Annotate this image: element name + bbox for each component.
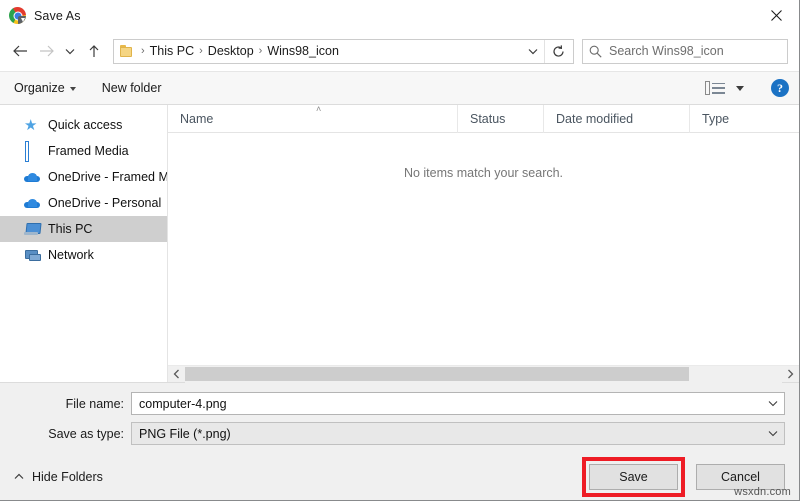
- sidebar-item-label: Quick access: [48, 118, 123, 132]
- column-header-date-modified[interactable]: Date modified: [544, 104, 690, 133]
- file-list-area[interactable]: No items match your search.: [168, 133, 799, 365]
- recent-locations-chevron-down-icon[interactable]: [59, 38, 81, 64]
- breadcrumb-separator: ›: [141, 45, 145, 57]
- list-view-icon[interactable]: [705, 80, 725, 96]
- save-button[interactable]: Save: [589, 464, 678, 490]
- address-bar: › This PC › Desktop › Wins98_icon Search…: [0, 31, 799, 71]
- title-bar: Save As: [0, 0, 799, 31]
- dialog-body: ★ Quick access Framed Media OneDrive - F…: [0, 103, 799, 383]
- organize-button[interactable]: Organize: [14, 81, 76, 95]
- new-folder-button[interactable]: New folder: [102, 81, 162, 95]
- network-icon: [24, 247, 41, 263]
- column-header-type[interactable]: Type: [690, 105, 799, 133]
- save-button-wrapper: Save: [582, 457, 685, 497]
- command-bar: Organize New folder ?: [0, 71, 799, 105]
- empty-state-message: No items match your search.: [403, 166, 564, 180]
- cloud-icon: [24, 169, 40, 185]
- save-as-dialog: Save As › This PC › Desktop › Wins98_ico…: [0, 0, 800, 501]
- breadcrumb-item-desktop[interactable]: Desktop: [208, 44, 254, 58]
- sidebar-item-onedrive-framed-media[interactable]: OneDrive - Framed M: [0, 164, 167, 190]
- hide-folders-button[interactable]: Hide Folders: [14, 470, 103, 484]
- search-input[interactable]: Search Wins98_icon: [582, 38, 788, 64]
- scrollbar-thumb[interactable]: [185, 366, 690, 381]
- building-icon: [24, 141, 40, 162]
- file-name-label: File name:: [65, 396, 124, 411]
- column-header-label: Status: [470, 111, 506, 126]
- chevron-left-icon[interactable]: [168, 366, 185, 383]
- organize-label: Organize: [14, 81, 65, 95]
- dialog-footer: Hide Folders Save Cancel wsxdn.com: [0, 454, 799, 500]
- column-header-label: Date modified: [556, 111, 634, 126]
- chevron-down-icon[interactable]: [764, 430, 781, 437]
- sidebar-item-network[interactable]: Network: [0, 242, 167, 268]
- save-as-type-value: PNG File (*.png): [139, 426, 231, 441]
- search-icon: [589, 45, 602, 58]
- file-name-row: File name: computer-4.png: [0, 392, 785, 415]
- breadcrumb-item-this-pc[interactable]: This PC: [150, 44, 194, 58]
- help-button[interactable]: ?: [771, 79, 789, 97]
- column-header-name[interactable]: Name ˄: [168, 103, 458, 133]
- star-icon: ★: [24, 117, 38, 134]
- sidebar-item-label: OneDrive - Framed M: [48, 170, 167, 184]
- sidebar-item-quick-access[interactable]: ★ Quick access: [0, 112, 167, 138]
- file-name-value: computer-4.png: [139, 396, 227, 411]
- chevron-down-icon[interactable]: [764, 400, 781, 407]
- hide-folders-label: Hide Folders: [32, 470, 103, 484]
- breadcrumb-item-wins98-icon[interactable]: Wins98_icon: [267, 44, 339, 58]
- save-as-type-row: Save as type: PNG File (*.png): [0, 422, 785, 445]
- sidebar-item-label: Network: [48, 248, 94, 262]
- sort-ascending-icon: ˄: [316, 103, 322, 114]
- file-list-pane: Name ˄ Status Date modified Type No item…: [168, 103, 799, 383]
- window-title: Save As: [34, 8, 81, 23]
- chrome-download-icon: [9, 7, 26, 24]
- column-header-label: Name: [180, 111, 214, 126]
- refresh-icon[interactable]: [545, 40, 571, 63]
- breadcrumb-separator: ›: [258, 45, 263, 57]
- chevron-up-icon: [14, 472, 24, 483]
- save-form: File name: computer-4.png Save as type: …: [0, 382, 799, 454]
- folder-icon: [120, 45, 134, 57]
- sidebar-item-label: This PC: [48, 222, 93, 236]
- breadcrumb[interactable]: › This PC › Desktop › Wins98_icon: [113, 38, 574, 64]
- up-one-level-icon[interactable]: [81, 38, 107, 64]
- watermark: wsxdn.com: [734, 486, 791, 498]
- chevron-down-icon: [69, 87, 76, 91]
- scrollbar-track[interactable]: [185, 365, 782, 383]
- this-pc-icon: [24, 221, 40, 237]
- forward-icon[interactable]: [33, 38, 59, 64]
- save-as-type-select[interactable]: PNG File (*.png): [131, 422, 785, 445]
- column-header-label: Type: [702, 111, 730, 126]
- column-header-status[interactable]: Status: [458, 104, 544, 133]
- sidebar-item-framed-media[interactable]: Framed Media: [0, 138, 167, 164]
- close-icon[interactable]: [753, 0, 799, 31]
- view-chevron-down-icon[interactable]: [736, 85, 744, 91]
- search-placeholder: Search Wins98_icon: [609, 44, 724, 58]
- column-headers: Name ˄ Status Date modified Type: [168, 103, 799, 133]
- sidebar-item-label: Framed Media: [48, 144, 129, 158]
- file-name-input[interactable]: computer-4.png: [131, 392, 785, 415]
- back-icon[interactable]: [7, 38, 33, 64]
- sidebar-item-this-pc[interactable]: This PC: [0, 216, 167, 242]
- new-folder-label: New folder: [101, 81, 162, 95]
- sidebar-item-onedrive-personal[interactable]: OneDrive - Personal: [0, 190, 167, 216]
- sidebar-item-label: OneDrive - Personal: [48, 196, 162, 210]
- save-as-type-label: Save as type:: [48, 426, 124, 441]
- cloud-icon: [24, 195, 40, 211]
- breadcrumb-chevron-down-icon[interactable]: [522, 40, 544, 63]
- chevron-right-icon[interactable]: [782, 366, 799, 383]
- horizontal-scrollbar[interactable]: [168, 365, 799, 383]
- breadcrumb-separator: ›: [199, 45, 203, 57]
- navigation-sidebar: ★ Quick access Framed Media OneDrive - F…: [0, 105, 168, 382]
